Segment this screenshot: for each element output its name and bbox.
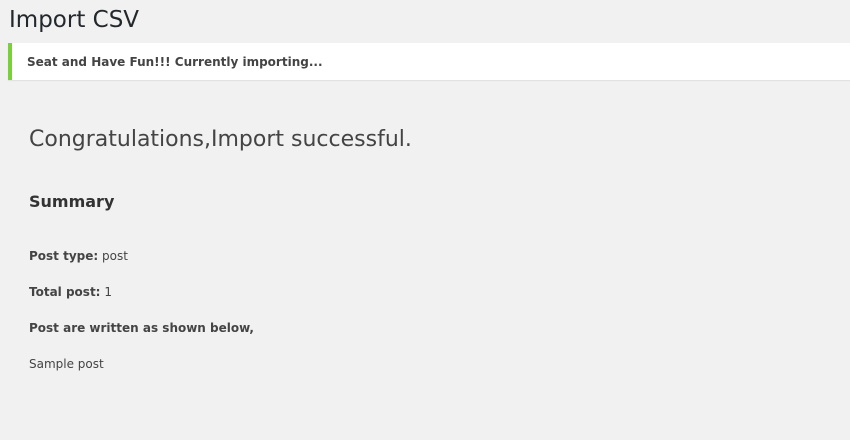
post-title: Sample post (29, 357, 104, 371)
total-post-label: Total post: (29, 285, 101, 299)
summary-heading: Summary (29, 192, 115, 211)
written-posts-label: Post are written as shown below, (29, 321, 254, 335)
written-posts-row: Post are written as shown below, (29, 320, 254, 336)
success-heading: Congratulations,Import successful. (29, 127, 412, 152)
post-type-label: Post type: (29, 249, 99, 263)
total-post-row: Total post: 1 (29, 284, 112, 300)
post-type-value: post (102, 249, 128, 263)
import-notice: Seat and Have Fun!!! Currently importing… (8, 43, 850, 80)
post-list-item: Sample post (29, 356, 104, 372)
total-post-value: 1 (104, 285, 112, 299)
page-title: Import CSV (9, 7, 140, 33)
post-type-row: Post type: post (29, 248, 128, 264)
notice-text: Seat and Have Fun!!! Currently importing… (27, 55, 323, 69)
